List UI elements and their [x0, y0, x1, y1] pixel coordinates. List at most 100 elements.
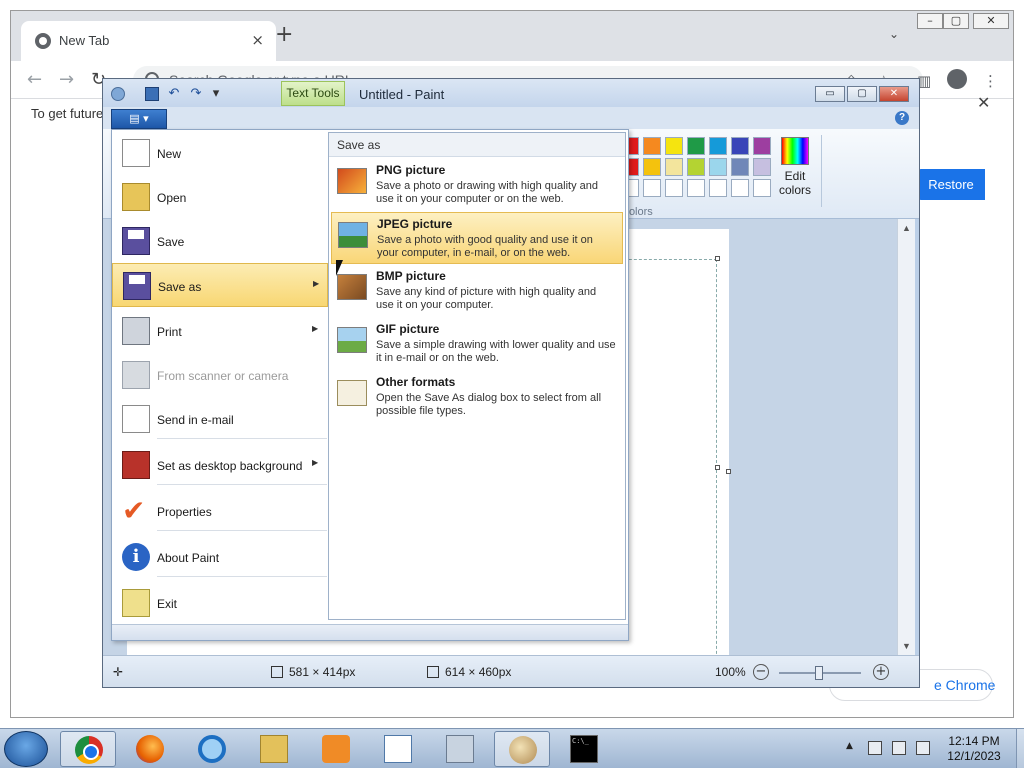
submenu-arrow-icon: ▶	[313, 279, 320, 288]
color-swatch[interactable]	[731, 137, 749, 155]
chrome-menu-icon[interactable]: ⋮	[983, 72, 998, 90]
tab-search-icon[interactable]: ⌄	[889, 27, 899, 41]
taskbar-wordpad[interactable]	[370, 731, 426, 767]
format-description: Save a photo or drawing with high qualit…	[376, 180, 598, 205]
menu-separator	[157, 576, 327, 577]
save-as-gif[interactable]: GIF picture Save a simple drawing with lo…	[331, 318, 623, 370]
volume-muted-icon[interactable]	[916, 741, 930, 755]
color-swatch[interactable]	[687, 179, 705, 197]
color-swatch[interactable]	[753, 137, 771, 155]
system-clock[interactable]: 12:14 PM 12/1/2023	[938, 734, 1010, 764]
color-swatch[interactable]	[709, 179, 727, 197]
file-menu-item-send-in-e-mail[interactable]: Send in e-mail	[112, 397, 328, 441]
edit-colors-button[interactable]: Edit colors	[771, 135, 819, 201]
color-swatch[interactable]	[753, 158, 771, 176]
restore-button[interactable]: Restore	[917, 169, 985, 200]
file-menu-item-properties[interactable]: ✔ Properties	[112, 489, 328, 533]
taskbar-command-prompt[interactable]: C:\_	[556, 731, 612, 767]
save-as-bmp[interactable]: BMP picture Save any kind of picture with…	[331, 265, 623, 317]
open-folder-icon	[122, 183, 150, 211]
text-tools-tab[interactable]: Text Tools	[281, 81, 345, 106]
tab-new-tab[interactable]: New Tab ×	[21, 21, 276, 61]
zoom-slider-thumb[interactable]	[815, 666, 823, 680]
exit-icon	[122, 589, 150, 617]
paint-close-button[interactable]: ✕	[879, 86, 909, 102]
selection-size-readout: 581 × 414px	[271, 665, 355, 679]
paint-menu-button[interactable]: ▤ ▾	[111, 109, 167, 129]
color-swatch[interactable]	[687, 158, 705, 176]
customize-qat-icon[interactable]: ▾	[209, 87, 223, 101]
color-swatch[interactable]	[709, 158, 727, 176]
vertical-scrollbar[interactable]: ▲ ▼	[897, 219, 915, 655]
profile-avatar-icon[interactable]	[947, 69, 967, 89]
forward-icon[interactable]: →	[59, 70, 74, 90]
color-swatch[interactable]	[731, 179, 749, 197]
color-swatch[interactable]	[753, 179, 771, 197]
chrome-maximize-button[interactable]: ▢	[943, 13, 969, 29]
status-bar: ✛ 581 × 414px 614 × 460px 100% − +	[103, 655, 919, 687]
file-menu-item-open[interactable]: Open	[112, 175, 328, 219]
file-menu-item-new[interactable]: New	[112, 131, 328, 175]
taskbar-paint[interactable]	[494, 731, 550, 767]
undo-icon[interactable]: ↶	[167, 87, 181, 101]
color-swatch[interactable]	[709, 137, 727, 155]
taskbar-firefox[interactable]	[122, 731, 178, 767]
zoom-slider[interactable]	[779, 666, 861, 680]
save-as-png[interactable]: PNG picture Save a photo or drawing with …	[331, 159, 623, 211]
action-center-icon[interactable]	[868, 741, 882, 755]
color-swatch[interactable]	[643, 179, 661, 197]
color-swatch[interactable]	[665, 137, 683, 155]
tab-close-icon[interactable]: ×	[251, 31, 264, 49]
quick-save-icon[interactable]	[145, 87, 159, 101]
file-menu-item-print[interactable]: Print ▶	[112, 309, 328, 353]
color-swatch[interactable]	[731, 158, 749, 176]
help-icon[interactable]: ?	[895, 111, 909, 125]
back-icon[interactable]: ←	[27, 70, 42, 90]
file-menu-item-label: New	[157, 147, 182, 161]
format-name: GIF picture	[376, 322, 440, 336]
show-hidden-icons-icon[interactable]: ▲	[846, 741, 853, 751]
format-description: Save any kind of picture with high quali…	[376, 286, 597, 311]
paint-minimize-button[interactable]: ▭	[815, 86, 845, 102]
selection-handle[interactable]	[715, 465, 720, 470]
file-menu-item-about-paint[interactable]: i About Paint	[112, 535, 328, 579]
infobar-text: To get future	[31, 106, 104, 121]
infobar-close-icon[interactable]: ✕	[977, 93, 990, 112]
color-swatch[interactable]	[643, 137, 661, 155]
canvas-resize-handle[interactable]	[726, 469, 731, 474]
save-as-jpeg[interactable]: JPEG picture Save a photo with good quali…	[331, 212, 623, 264]
mouse-pointer-icon	[336, 260, 343, 276]
paint-maximize-button[interactable]: ▢	[847, 86, 877, 102]
zoom-out-button[interactable]: −	[753, 664, 769, 680]
taskbar-file-explorer[interactable]	[246, 731, 302, 767]
taskbar-calculator[interactable]	[432, 731, 488, 767]
taskbar-internet-explorer[interactable]	[184, 731, 240, 767]
color-swatch[interactable]	[643, 158, 661, 176]
new-tab-button[interactable]: +	[275, 23, 293, 47]
file-menu-item-exit[interactable]: Exit	[112, 581, 328, 625]
start-button[interactable]	[4, 731, 48, 767]
chrome-close-button[interactable]: ✕	[973, 13, 1009, 29]
selection-handle[interactable]	[715, 256, 720, 261]
image-size-value: 614 × 460px	[445, 665, 512, 679]
save-as-other-formats[interactable]: Other formats Open the Save As dialog box…	[331, 371, 623, 423]
zoom-in-button[interactable]: +	[873, 664, 889, 680]
color-swatch[interactable]	[665, 158, 683, 176]
network-icon[interactable]	[892, 741, 906, 755]
chrome-minimize-button[interactable]: –	[917, 13, 943, 29]
file-menu-item-save-as[interactable]: Save as ▶	[112, 263, 328, 307]
file-menu-item-label: About Paint	[157, 551, 220, 565]
paint-app-icon[interactable]	[111, 87, 125, 101]
file-menu-item-set-as-desktop-background[interactable]: Set as desktop background ▶	[112, 443, 328, 487]
file-menu-item-from-scanner-or-camera[interactable]: From scanner or camera	[112, 353, 328, 397]
color-swatch[interactable]	[687, 137, 705, 155]
scroll-up-icon[interactable]: ▲	[902, 223, 911, 233]
show-desktop-button[interactable]	[1016, 729, 1024, 768]
scroll-down-icon[interactable]: ▼	[902, 641, 911, 651]
taskbar-chrome[interactable]	[60, 731, 116, 767]
taskbar-media-player[interactable]	[308, 731, 364, 767]
redo-icon[interactable]: ↷	[189, 87, 203, 101]
save-as-submenu: Save as PNG picture Save a photo or drawi…	[328, 132, 626, 620]
file-menu-item-save[interactable]: Save	[112, 219, 328, 263]
color-swatch[interactable]	[665, 179, 683, 197]
